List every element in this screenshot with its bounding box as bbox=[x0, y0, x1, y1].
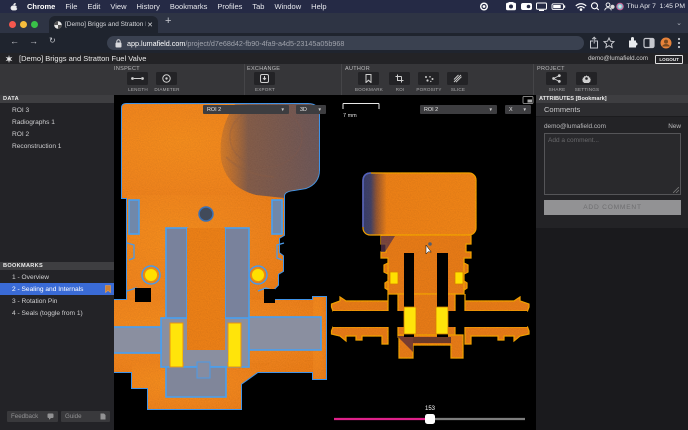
svg-text:153: 153 bbox=[425, 406, 436, 412]
svg-text:7 mm: 7 mm bbox=[343, 113, 357, 119]
